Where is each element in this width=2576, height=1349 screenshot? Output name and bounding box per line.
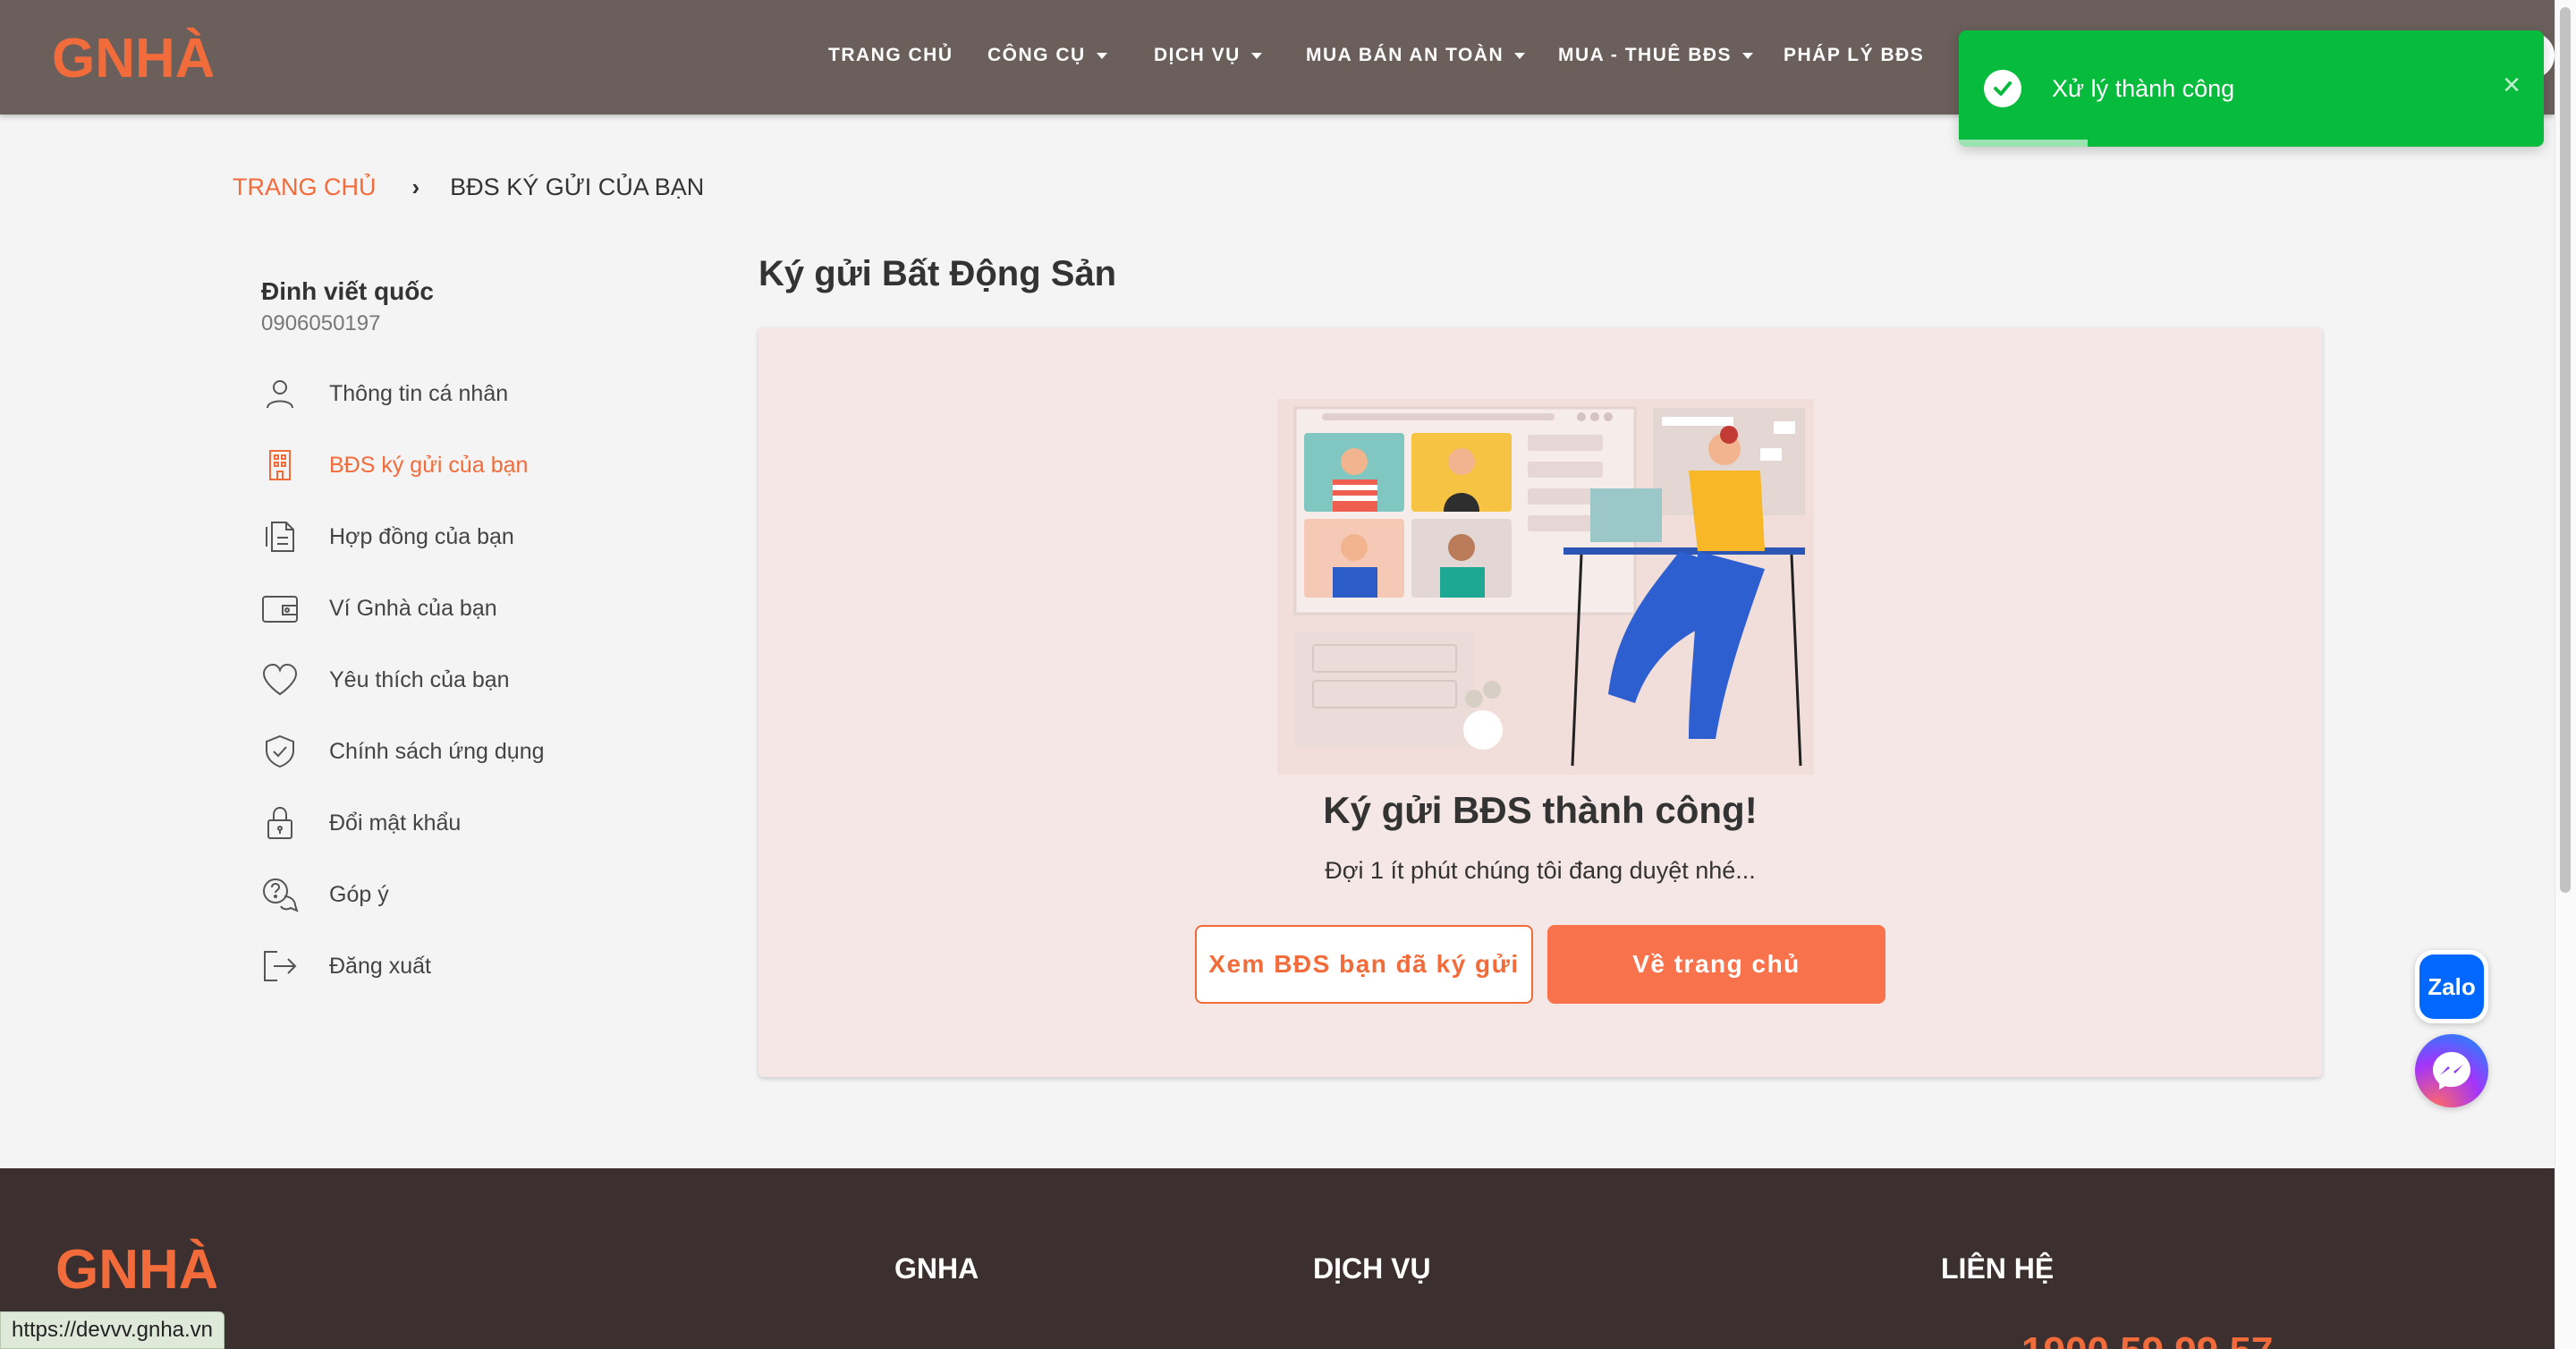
nav-buy-rent[interactable]: MUA - THUÊ BĐS	[1558, 45, 1754, 66]
caret-down-icon	[1742, 52, 1754, 59]
breadcrumb-home[interactable]: TRANG CHỦ	[233, 174, 377, 201]
footer-logo[interactable]: GNHÀ	[55, 1236, 219, 1301]
sidebar-item-logout[interactable]: Đăng xuất	[259, 930, 617, 1002]
sidebar-item-feedback[interactable]: Góp ý	[259, 859, 617, 930]
site-footer: GNHA DỊCH VỤ LIÊN HỆ 1900 59 99 57	[0, 1168, 2555, 1349]
messenger-chat-button[interactable]	[2415, 1034, 2488, 1107]
caret-down-icon	[1514, 52, 1526, 59]
chevron-right-icon: ›	[411, 174, 420, 200]
zalo-icon: Zalo	[2419, 954, 2484, 1019]
breadcrumb: TRANG CHỦ › BĐS KÝ GỬI CỦA BẠN	[233, 174, 704, 201]
shield-icon	[259, 731, 301, 772]
nav-label: DỊCH VỤ	[1154, 45, 1241, 65]
logout-icon	[259, 946, 301, 987]
feedback-icon	[259, 874, 301, 915]
sidebar-item-contracts[interactable]: Hợp đồng của bạn	[259, 501, 617, 573]
nav-legal[interactable]: PHÁP LÝ BĐS	[1784, 45, 1924, 66]
view-consignments-button[interactable]: Xem BĐS bạn đã ký gửi	[1195, 925, 1533, 1004]
building-icon	[259, 445, 301, 486]
toast-message: Xử lý thành công	[2052, 75, 2235, 102]
sidebar-item-consignments[interactable]: BĐS ký gửi của bạn	[259, 429, 617, 501]
nav-home[interactable]: TRANG CHỦ	[828, 45, 953, 66]
footer-col-gnha: GNHA	[894, 1252, 979, 1285]
sidebar-item-wallet[interactable]: Ví Gnhà của bạn	[259, 573, 617, 644]
footer-hotline[interactable]: 1900 59 99 57	[2021, 1329, 2273, 1349]
sidebar-item-label: BĐS ký gửi của bạn	[329, 452, 529, 478]
sidebar-item-label: Yêu thích của bạn	[329, 666, 510, 692]
user-name: Đinh viết quốc	[261, 277, 434, 305]
nav-safe-trade[interactable]: MUA BÁN AN TOÀN	[1306, 45, 1526, 66]
breadcrumb-current: BĐS KÝ GỬI CỦA BẠN	[450, 174, 705, 200]
scrollbar-thumb[interactable]	[2560, 7, 2571, 893]
caret-down-icon	[1250, 52, 1262, 59]
consignment-illustration	[1277, 399, 1814, 775]
sidebar-item-label: Đổi mật khẩu	[329, 810, 462, 836]
zalo-chat-button[interactable]: Zalo	[2415, 950, 2488, 1023]
messenger-icon	[2433, 1052, 2470, 1090]
success-title: Ký gửi BĐS thành công!	[1323, 789, 1758, 831]
wallet-icon	[259, 588, 301, 629]
heart-icon	[259, 659, 301, 700]
go-home-button[interactable]: Về trang chủ	[1547, 925, 1885, 1004]
sidebar-item-label: Góp ý	[329, 881, 389, 907]
sidebar-item-change-password[interactable]: Đổi mật khẩu	[259, 787, 617, 859]
sidebar-item-policy[interactable]: Chính sách ứng dụng	[259, 716, 617, 787]
footer-logo-text: GNHÀ	[55, 1239, 216, 1301]
lock-icon	[259, 802, 301, 844]
success-card: Ký gửi BĐS thành công! Đợi 1 ít phút chú…	[758, 327, 2322, 1077]
sidebar-item-label: Thông tin cá nhân	[329, 380, 509, 406]
success-toast: Xử lý thành công ×	[1959, 30, 2544, 147]
nav-label: PHÁP LÝ BĐS	[1784, 45, 1925, 65]
browser-status-url: https://devvv.gnha.vn	[0, 1311, 225, 1349]
nav-label: TRANG CHỦ	[828, 45, 953, 65]
nav-label: MUA BÁN AN TOÀN	[1306, 45, 1504, 65]
account-sidebar: Thông tin cá nhân BĐS ký gửi của bạn Hợp…	[259, 358, 617, 1002]
sidebar-item-label: Chính sách ứng dụng	[329, 738, 545, 764]
footer-col-contact: LIÊN HỆ	[1941, 1252, 2055, 1285]
footer-col-services: DỊCH VỤ	[1313, 1252, 1431, 1285]
user-icon	[259, 373, 301, 414]
nav-tools[interactable]: CÔNG CỤ	[987, 45, 1107, 66]
user-phone: 0906050197	[261, 311, 381, 335]
sidebar-item-label: Ví Gnhà của bạn	[329, 595, 497, 621]
success-subtitle: Đợi 1 ít phút chúng tôi đang duyệt nhé..…	[1325, 857, 1756, 884]
check-circle-icon	[1984, 70, 2021, 107]
caret-down-icon	[1096, 52, 1107, 59]
nav-label: CÔNG CỤ	[987, 45, 1086, 65]
close-icon[interactable]: ×	[2503, 68, 2521, 103]
document-icon	[259, 516, 301, 557]
sidebar-item-favorites[interactable]: Yêu thích của bạn	[259, 644, 617, 716]
toast-progress-bar	[1959, 140, 2088, 147]
page-scrollbar[interactable]	[2555, 0, 2576, 1349]
page-title: Ký gửi Bất Động Sản	[758, 254, 1117, 293]
nav-label: MUA - THUÊ BĐS	[1558, 45, 1733, 65]
nav-services[interactable]: DỊCH VỤ	[1154, 45, 1262, 66]
sidebar-item-label: Đăng xuất	[329, 953, 431, 979]
sidebar-item-profile[interactable]: Thông tin cá nhân	[259, 358, 617, 429]
sidebar-item-label: Hợp đồng của bạn	[329, 523, 514, 549]
